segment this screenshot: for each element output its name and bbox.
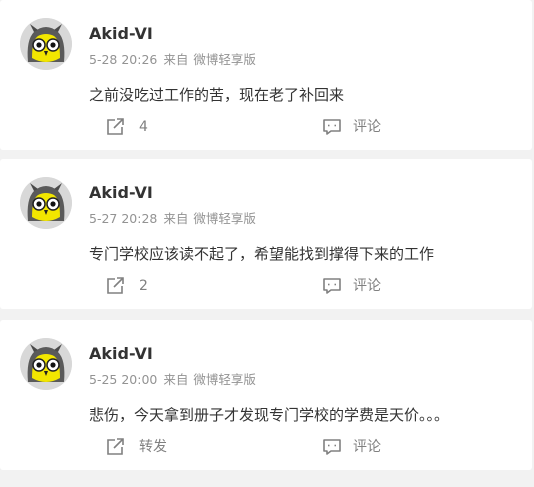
avatar[interactable] bbox=[20, 18, 72, 70]
post-source[interactable]: 微博轻享版 bbox=[193, 52, 256, 67]
post-meta: 5-25 20:00 来自 微博轻享版 bbox=[89, 372, 256, 388]
post-meta: 5-28 20:26 来自 微博轻享版 bbox=[89, 52, 256, 68]
repost-button[interactable]: 4 bbox=[106, 117, 148, 137]
repost-count: 2 bbox=[139, 278, 148, 294]
comment-button[interactable]: 评论 bbox=[322, 117, 381, 137]
repost-button[interactable]: 2 bbox=[106, 276, 148, 296]
comment-icon bbox=[323, 439, 341, 455]
post-time[interactable]: 5-28 20:26 bbox=[89, 52, 157, 67]
post-card: Akid-VI 5-25 20:00 来自 微博轻享版 悲伤，今天拿到册子才发现专门… bbox=[0, 320, 532, 470]
repost-button[interactable]: 转发 bbox=[106, 437, 167, 457]
comment-icon bbox=[323, 119, 341, 135]
avatar[interactable] bbox=[20, 338, 72, 390]
comment-icon bbox=[323, 278, 341, 294]
repost-icon bbox=[107, 438, 124, 455]
post-card: Akid-VI 5-28 20:26 来自 微博轻享版 之前没吃过工作的苦，现在老了… bbox=[0, 0, 532, 150]
username[interactable]: Akid-VI bbox=[89, 344, 153, 364]
comment-button[interactable]: 评论 bbox=[322, 276, 381, 296]
owl-avatar-icon bbox=[20, 338, 72, 390]
comment-label: 评论 bbox=[353, 278, 381, 294]
username[interactable]: Akid-VI bbox=[89, 183, 153, 203]
comment-label: 评论 bbox=[353, 439, 381, 455]
weibo-feed: Akid-VI 5-28 20:26 来自 微博轻享版 之前没吃过工作的苦，现在老了… bbox=[0, 0, 534, 487]
post-content: 专门学校应该读不起了，希望能找到撑得下来的工作 bbox=[89, 245, 435, 263]
source-prefix: 来自 bbox=[163, 372, 189, 387]
avatar[interactable] bbox=[20, 177, 72, 229]
owl-avatar-icon bbox=[20, 18, 72, 70]
post-time[interactable]: 5-27 20:28 bbox=[89, 211, 157, 226]
post-time[interactable]: 5-25 20:00 bbox=[89, 372, 157, 387]
repost-icon bbox=[107, 277, 124, 294]
source-prefix: 来自 bbox=[163, 211, 189, 226]
post-source[interactable]: 微博轻享版 bbox=[193, 372, 256, 387]
source-prefix: 来自 bbox=[163, 52, 189, 67]
owl-avatar-icon bbox=[20, 177, 72, 229]
username[interactable]: Akid-VI bbox=[89, 24, 153, 44]
post-card: Akid-VI 5-27 20:28 来自 微博轻享版 专门学校应该读不起了，希望能… bbox=[0, 159, 532, 309]
repost-label: 转发 bbox=[139, 439, 167, 455]
post-content: 之前没吃过工作的苦，现在老了补回来 bbox=[89, 86, 345, 104]
repost-icon bbox=[107, 118, 124, 135]
repost-count: 4 bbox=[139, 119, 148, 135]
post-source[interactable]: 微博轻享版 bbox=[193, 211, 256, 226]
post-content: 悲伤，今天拿到册子才发现专门学校的学费是天价。。。 bbox=[89, 406, 450, 424]
comment-label: 评论 bbox=[353, 119, 381, 135]
comment-button[interactable]: 评论 bbox=[322, 437, 381, 457]
post-meta: 5-27 20:28 来自 微博轻享版 bbox=[89, 211, 256, 227]
